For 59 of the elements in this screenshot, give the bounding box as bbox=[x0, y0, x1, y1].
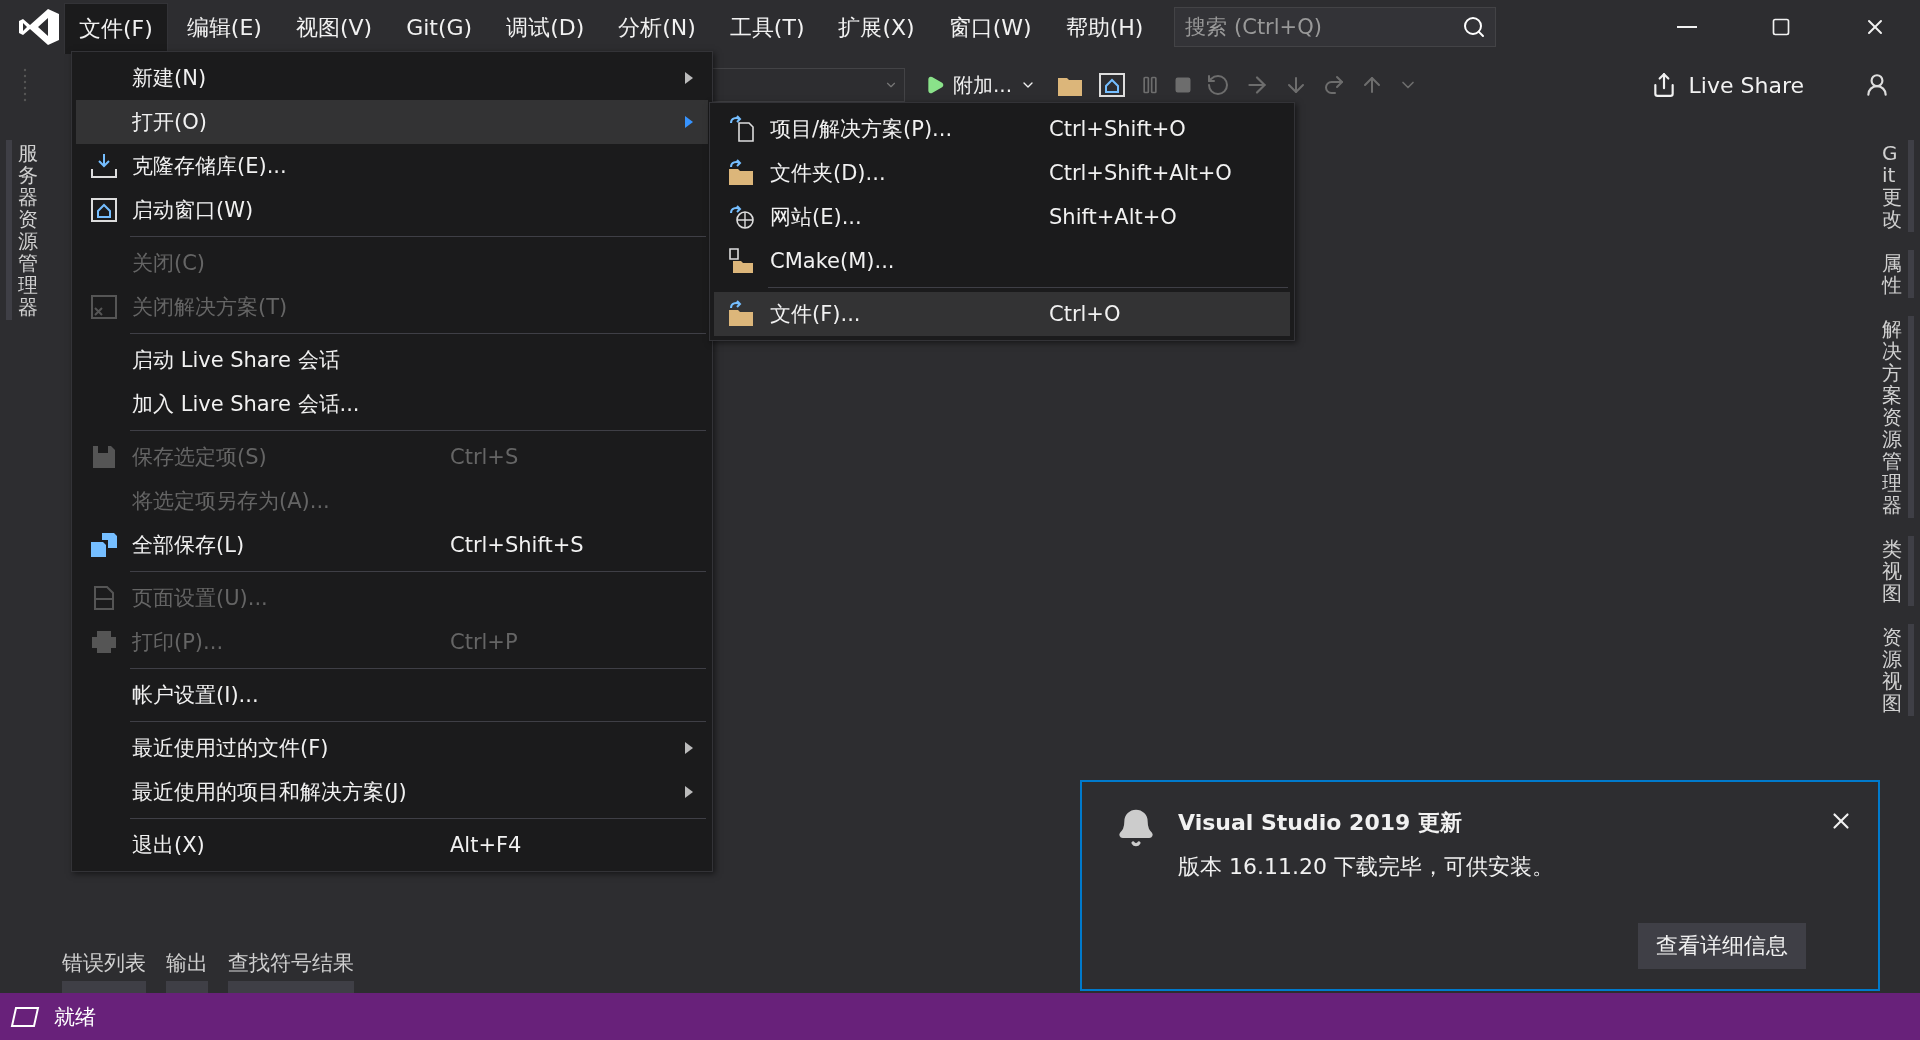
side-tab[interactable]: 解决方案资源管理器 bbox=[1876, 316, 1914, 518]
details-button[interactable]: 查看详细信息 bbox=[1638, 923, 1806, 969]
menu-item[interactable]: 视图(V) bbox=[280, 9, 388, 45]
notification-message: 版本 16.11.20 下载完毕，可供安装。 bbox=[1178, 853, 1555, 881]
search-icon[interactable] bbox=[1462, 15, 1487, 39]
menu-entry[interactable]: 文件夹(D)... Ctrl+Shift+Alt+O bbox=[714, 151, 1290, 195]
stop-icon[interactable] bbox=[1174, 76, 1193, 94]
menu-entry[interactable]: CMake(M)... bbox=[714, 239, 1290, 283]
bell-icon bbox=[1116, 808, 1156, 848]
menu-item[interactable]: 工具(T) bbox=[714, 9, 820, 45]
window-icon bbox=[10, 1005, 40, 1028]
save-icon bbox=[91, 444, 117, 470]
document-icon bbox=[727, 115, 757, 143]
menu-entry[interactable]: 克隆存储库(E)... bbox=[76, 144, 708, 188]
maximize-icon bbox=[1771, 17, 1791, 37]
download-icon bbox=[90, 153, 118, 179]
live-share-button[interactable]: Live Share bbox=[1644, 71, 1810, 99]
menu-entry[interactable]: 文件(F)... Ctrl+O bbox=[714, 292, 1290, 336]
menu-item[interactable]: 分析(N) bbox=[603, 9, 711, 45]
globe-icon bbox=[727, 203, 757, 231]
status-text: 就绪 bbox=[54, 1003, 96, 1031]
menu-entry[interactable]: 全部保存(L) Ctrl+Shift+S bbox=[76, 523, 708, 567]
menu-item[interactable]: 帮助(H) bbox=[1050, 9, 1159, 45]
play-icon bbox=[925, 75, 945, 95]
run-button[interactable]: 附加... bbox=[919, 70, 1043, 100]
side-tab[interactable]: 类视图 bbox=[1876, 536, 1914, 606]
notification-title: Visual Studio 2019 更新 bbox=[1178, 809, 1463, 837]
home-window-icon bbox=[90, 197, 118, 223]
side-tab[interactable]: 资源视图 bbox=[1876, 624, 1914, 716]
menu-item[interactable]: Git(G) bbox=[391, 9, 488, 45]
home-window-icon[interactable] bbox=[1098, 72, 1127, 98]
feedback-icon[interactable] bbox=[1864, 72, 1890, 98]
menu-item[interactable]: 编辑(E) bbox=[171, 9, 277, 45]
menu-entry[interactable]: 启动 Live Share 会话 bbox=[76, 338, 708, 382]
side-tab[interactable]: Git 更改 bbox=[1876, 140, 1914, 232]
page-icon bbox=[92, 585, 116, 611]
menu-entry[interactable]: 最近使用的项目和解决方案(J) bbox=[76, 770, 708, 814]
menu-entry[interactable]: 帐户设置(I)... bbox=[76, 673, 708, 717]
menu-item[interactable]: 调试(D) bbox=[491, 9, 600, 45]
close-window-icon bbox=[90, 294, 118, 320]
menu-entry[interactable]: 打开(O) bbox=[76, 100, 708, 144]
logo-icon bbox=[18, 7, 60, 47]
side-tab[interactable]: 属性 bbox=[1876, 250, 1914, 298]
menu-entry[interactable]: 项目/解决方案(P)... Ctrl+Shift+O bbox=[714, 107, 1290, 151]
minimize-icon bbox=[1677, 26, 1697, 28]
menu-entry[interactable]: 启动窗口(W) bbox=[76, 188, 708, 232]
menu-item[interactable]: 窗口(W) bbox=[933, 9, 1047, 45]
search-field[interactable]: 搜索 (Ctrl+Q) bbox=[1174, 7, 1497, 47]
side-tab[interactable]: 服务器资源管理器 bbox=[6, 140, 44, 320]
save-all-icon bbox=[90, 532, 118, 558]
restart-icon[interactable] bbox=[1206, 73, 1231, 97]
menu-item[interactable]: 扩展(X) bbox=[823, 9, 930, 45]
grip-icon[interactable] bbox=[22, 68, 28, 102]
menu-entry[interactable]: 最近使用过的文件(F) bbox=[76, 726, 708, 770]
menu-entry[interactable]: 退出(X) Alt+F4 bbox=[76, 823, 708, 867]
menu-entry[interactable]: 新建(N) bbox=[76, 56, 708, 100]
menu-entry[interactable]: 加入 Live Share 会话... bbox=[76, 382, 708, 426]
menu-entry[interactable]: 网站(E)... Shift+Alt+O bbox=[714, 195, 1290, 239]
menu-item[interactable]: 文件(F) bbox=[64, 3, 168, 54]
